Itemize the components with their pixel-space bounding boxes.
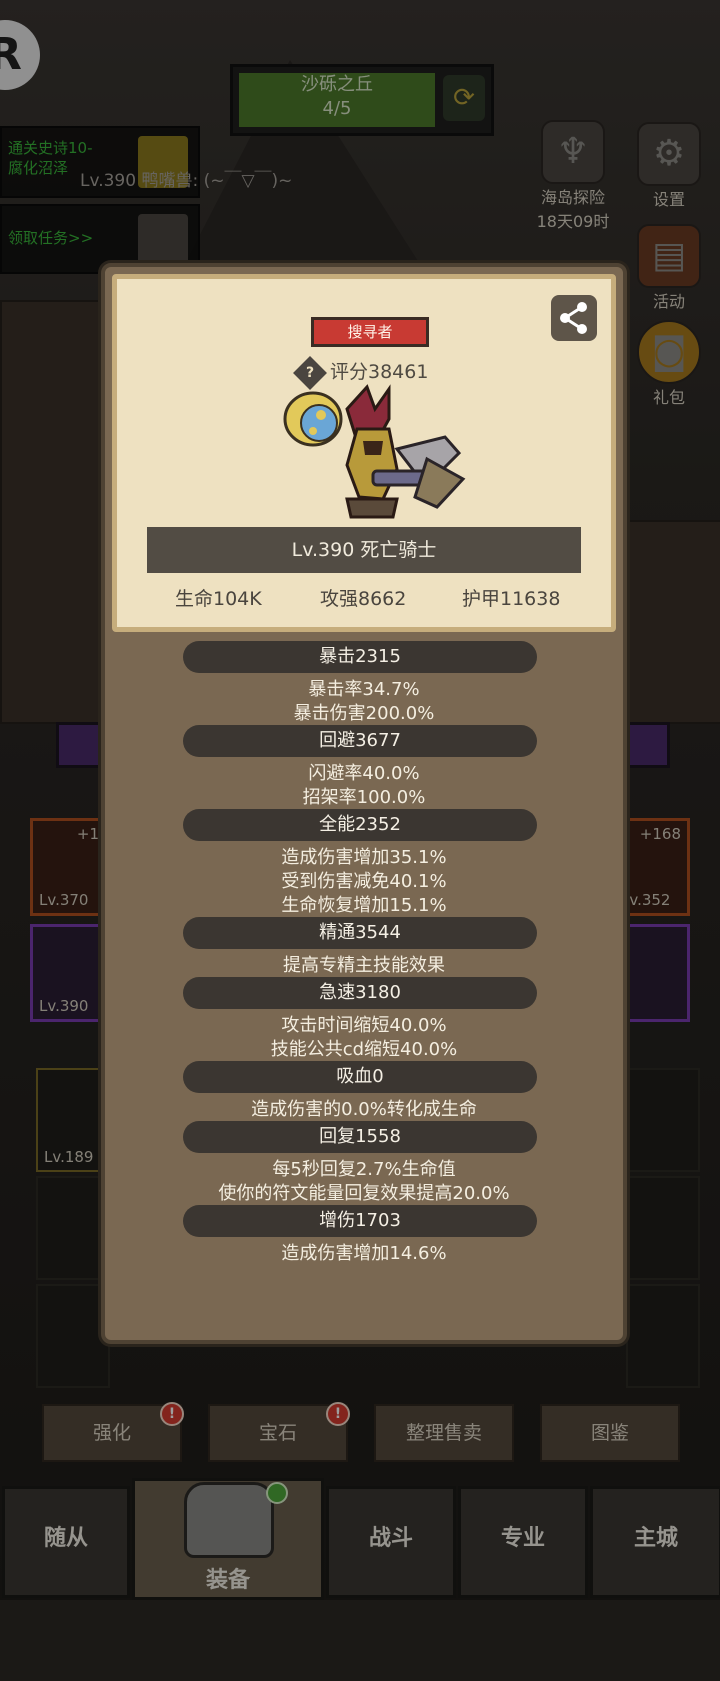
- share-button[interactable]: [551, 295, 597, 341]
- versatility-header: 全能2352: [183, 809, 537, 841]
- hero-stats-popup: 搜寻者 ? 评分38461 Lv.390 死亡骑士 生命104K 攻强8662 护…: [101, 263, 627, 1344]
- damage-bonus-effect: 造成伤害增加14.6%: [281, 1243, 447, 1264]
- attack-stat: 攻强8662: [320, 588, 407, 610]
- lifesteal-effect: 造成伤害的0.0%转化成生命: [251, 1099, 477, 1120]
- hero-name-bar: Lv.390 死亡骑士: [147, 527, 581, 573]
- share-icon: [560, 302, 587, 334]
- healing-increase: 生命恢复增加15.1%: [281, 895, 447, 916]
- role-tag: 搜寻者: [311, 317, 429, 347]
- death-knight-portrait: [283, 384, 466, 519]
- attack-time-reduction: 攻击时间缩短40.0%: [281, 1015, 447, 1036]
- hero-card: 搜寻者 ? 评分38461 Lv.390 死亡骑士 生命104K 攻强8662 护…: [112, 274, 616, 632]
- mastery-header: 精通3544: [183, 917, 537, 949]
- crit-rate: 暴击率34.7%: [308, 679, 420, 700]
- damage-reduction: 受到伤害减免40.1%: [281, 871, 447, 892]
- crit-header: 暴击2315: [183, 641, 537, 673]
- dodge-rate: 闪避率40.0%: [308, 763, 420, 784]
- rune-regen-bonus: 使你的符文能量回复效果提高20.0%: [218, 1183, 510, 1204]
- mastery-effect: 提高专精主技能效果: [283, 955, 445, 976]
- lifesteal-header: 吸血0: [183, 1061, 537, 1093]
- global-cd-reduction: 技能公共cd缩短40.0%: [270, 1039, 458, 1060]
- armor-stat: 护甲11638: [462, 588, 561, 610]
- parry-rate: 招架率100.0%: [302, 787, 426, 808]
- hp-stat: 生命104K: [175, 588, 262, 610]
- haste-header: 急速3180: [183, 977, 537, 1009]
- crit-damage: 暴击伤害200.0%: [293, 703, 435, 724]
- regen-header: 回复1558: [183, 1121, 537, 1153]
- avoidance-header: 回避3677: [183, 725, 537, 757]
- damage-increase: 造成伤害增加35.1%: [281, 847, 447, 868]
- damage-bonus-header: 增伤1703: [183, 1205, 537, 1237]
- regen-per-5s: 每5秒回复2.7%生命值: [272, 1159, 456, 1180]
